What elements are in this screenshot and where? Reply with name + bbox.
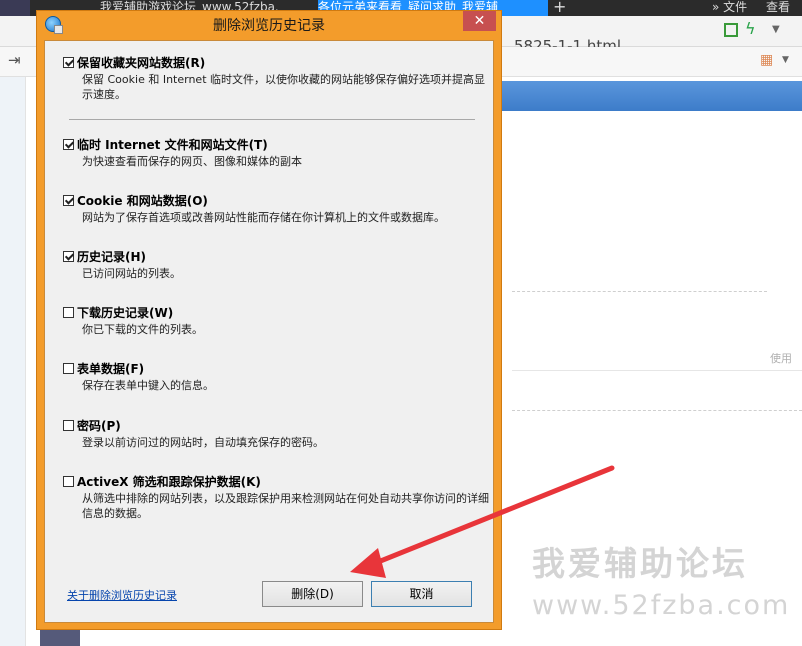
annotation-arrow-icon	[350, 465, 615, 578]
